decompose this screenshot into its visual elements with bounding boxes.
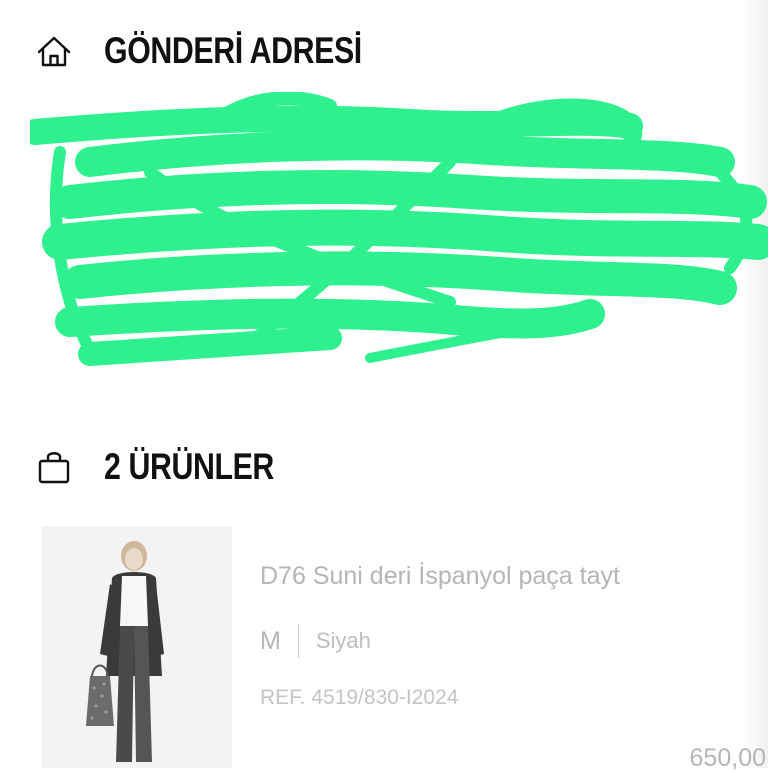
products-title: 2 ÜRÜNLER [104,446,274,487]
home-icon [34,31,74,71]
product-name[interactable]: D76 Suni deri İspanyol paça tayt [260,562,620,591]
shipping-address-header: GÖNDERİ ADRESİ [34,30,418,72]
product-price: 650,00 [689,744,766,772]
product-variant: M Siyah [260,624,371,658]
products-header: 2 ÜRÜNLER [34,446,311,488]
shipping-address-title: GÖNDERİ ADRESİ [104,30,362,71]
product-reference: REF. 4519/830-I2024 [260,686,459,709]
product-image[interactable] [42,526,232,768]
product-size: M [260,626,281,655]
address-redaction-scribble [22,91,768,382]
product-item[interactable]: D76 Suni deri İspanyol paça tayt M Siyah… [42,526,768,772]
product-color: Siyah [315,628,371,653]
shopping-bag-icon [34,447,74,487]
variant-divider [297,624,299,658]
